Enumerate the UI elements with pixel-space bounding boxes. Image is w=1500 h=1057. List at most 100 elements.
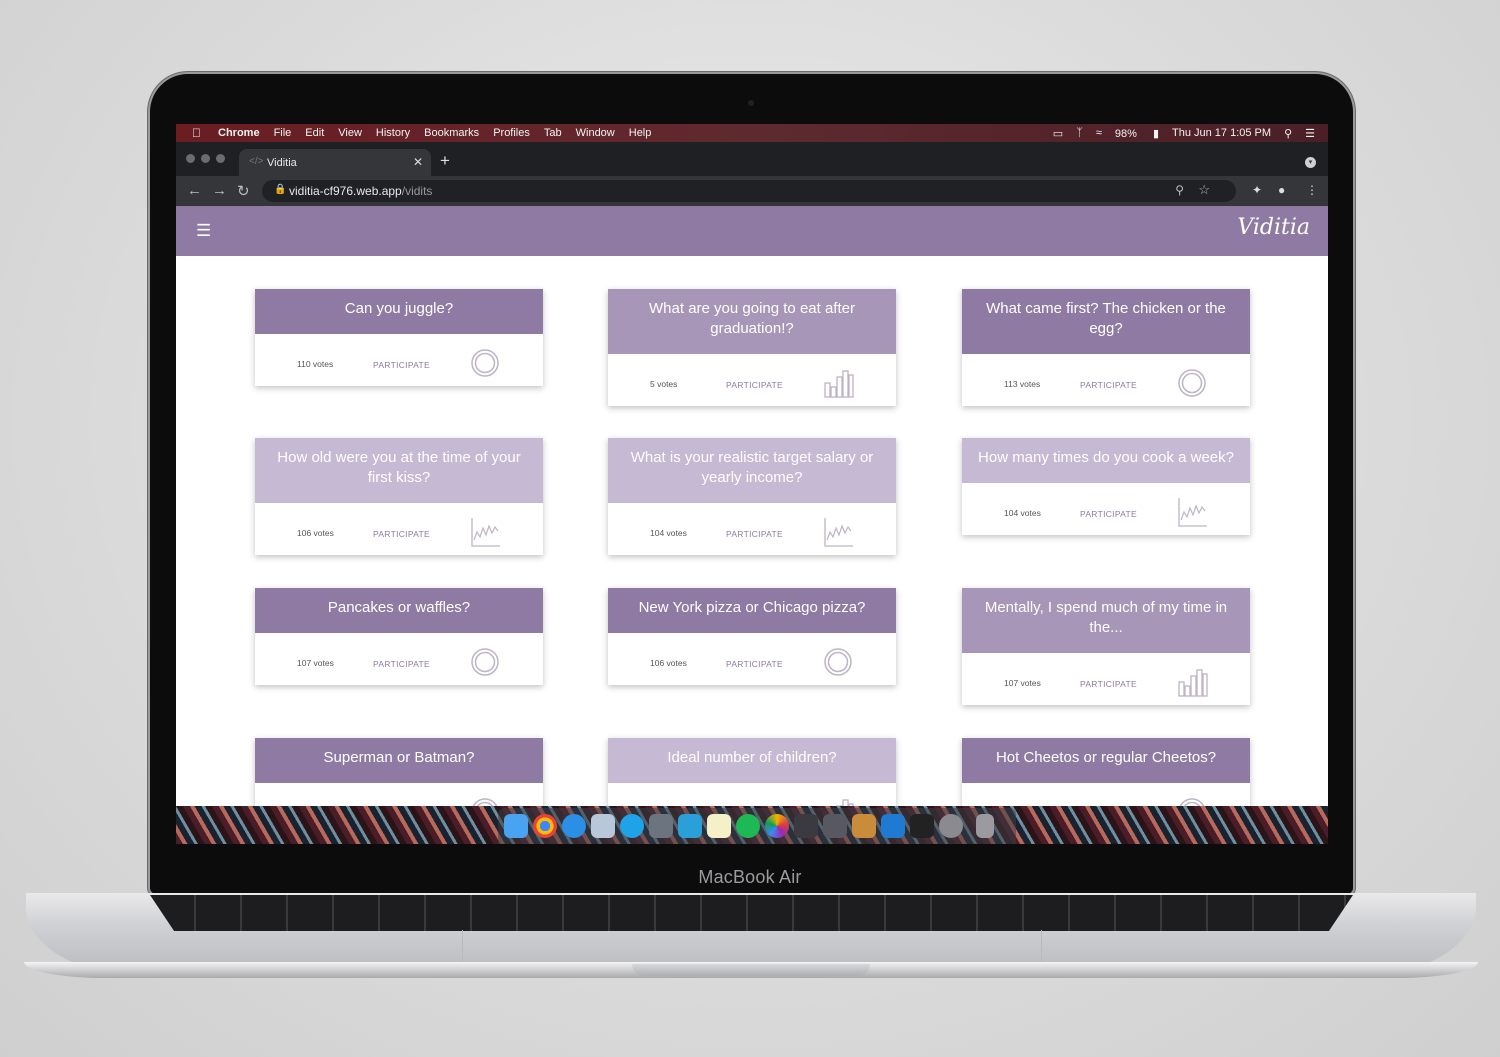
spotlight-search-icon[interactable]: ⚲ <box>1284 127 1292 140</box>
card-question[interactable]: Can you juggle? <box>255 289 543 334</box>
app-logo[interactable]: Viditia <box>1237 215 1310 240</box>
card-question[interactable]: Hot Cheetos or regular Cheetos? <box>962 738 1250 783</box>
vote-count: 106 votes <box>297 528 334 538</box>
clock[interactable]: Thu Jun 17 1:05 PM <box>1172 127 1271 139</box>
card-question[interactable]: What came first? The chicken or the egg? <box>962 289 1250 354</box>
control-center-icon[interactable]: ☰ <box>1305 127 1315 140</box>
menu-file[interactable]: File <box>274 127 292 139</box>
photos-icon[interactable] <box>765 814 789 838</box>
bookmark-star-icon[interactable]: ☆ <box>1198 182 1210 198</box>
disk-utility-icon[interactable] <box>649 814 673 838</box>
vidit-card[interactable]: How many times do you cook a week? 104 v… <box>962 438 1250 535</box>
library-books-icon[interactable] <box>852 814 876 838</box>
close-tab-icon[interactable]: ✕ <box>413 155 423 169</box>
chrome-menu-icon[interactable]: ⋮ <box>1306 183 1318 197</box>
reload-icon[interactable]: ↻ <box>237 182 250 200</box>
safari-icon[interactable] <box>562 814 586 838</box>
tab-search-icon[interactable]: ▾ <box>1305 157 1316 168</box>
participate-button[interactable]: PARTICIPATE <box>726 659 783 669</box>
scissors-tool-icon[interactable] <box>823 814 847 838</box>
menu-view[interactable]: View <box>338 127 362 139</box>
vidit-card[interactable]: New York pizza or Chicago pizza? 106 vot… <box>608 588 896 685</box>
menu-tab[interactable]: Tab <box>544 127 562 139</box>
zoom-icon[interactable]: ⚲ <box>1175 183 1184 197</box>
system-preferences-icon[interactable] <box>939 814 963 838</box>
back-arrow-icon[interactable]: ← <box>187 182 202 199</box>
tab-title: Viditia <box>267 157 297 169</box>
card-question[interactable]: What is your realistic target salary or … <box>608 438 896 503</box>
donut-chart-icon <box>824 648 852 676</box>
forward-arrow-icon[interactable]: → <box>212 182 227 199</box>
participate-button[interactable]: PARTICIPATE <box>373 529 430 539</box>
card-question[interactable]: How many times do you cook a week? <box>962 438 1250 483</box>
menu-window[interactable]: Window <box>576 127 615 139</box>
participate-button[interactable]: PARTICIPATE <box>726 529 783 539</box>
notes-icon[interactable] <box>707 814 731 838</box>
skype-icon[interactable] <box>620 814 644 838</box>
vote-count: 107 votes <box>1004 678 1041 688</box>
preview-icon[interactable] <box>591 814 615 838</box>
donut-chart-icon <box>1178 369 1206 397</box>
airplay-icon[interactable]: ▭ <box>1053 127 1063 140</box>
card-footer: 110 votes PARTICIPATE <box>255 334 543 386</box>
bar-chart-icon <box>824 370 854 398</box>
participate-button[interactable]: PARTICIPATE <box>1080 679 1137 689</box>
vidit-card[interactable]: Mentally, I spend much of my time in the… <box>962 588 1250 705</box>
menu-chrome[interactable]: Chrome <box>218 127 260 139</box>
card-footer: 113 votes PARTICIPATE <box>962 354 1250 406</box>
card-question[interactable]: New York pizza or Chicago pizza? <box>608 588 896 633</box>
bluetooth-icon[interactable]: ᛉ <box>1076 127 1083 139</box>
minimize-window-button[interactable] <box>201 154 210 163</box>
card-question[interactable]: What are you going to eat after graduati… <box>608 289 896 354</box>
menu-profiles[interactable]: Profiles <box>493 127 530 139</box>
close-window-button[interactable] <box>186 154 195 163</box>
zoom-window-button[interactable] <box>216 154 225 163</box>
menu-bookmarks[interactable]: Bookmarks <box>424 127 479 139</box>
terminal-icon[interactable] <box>910 814 934 838</box>
spotify-icon[interactable] <box>736 814 760 838</box>
vidit-card[interactable]: What came first? The chicken or the egg?… <box>962 289 1250 406</box>
url-text[interactable]: viditia-cf976.web.app/vidits <box>289 184 432 198</box>
card-question[interactable]: How old were you at the time of your fir… <box>255 438 543 503</box>
trash-icon[interactable] <box>976 814 994 838</box>
browser-tab[interactable]: </> Viditia ✕ <box>239 149 431 176</box>
finder-icon[interactable] <box>504 814 528 838</box>
line-chart-icon <box>1178 498 1207 527</box>
extensions-puzzle-icon[interactable]: ✦ <box>1252 183 1262 197</box>
participate-button[interactable]: PARTICIPATE <box>1080 509 1137 519</box>
vidit-card[interactable]: How old were you at the time of your fir… <box>255 438 543 555</box>
card-question[interactable]: Pancakes or waffles? <box>255 588 543 633</box>
chrome-app-icon[interactable] <box>533 814 557 838</box>
new-tab-button[interactable]: + <box>440 151 450 171</box>
hamburger-menu-icon[interactable]: ☰ <box>196 221 211 241</box>
ableton-live-icon[interactable] <box>678 814 702 838</box>
line-chart-icon <box>824 518 853 547</box>
participate-button[interactable]: PARTICIPATE <box>1080 380 1137 390</box>
profile-icon[interactable]: ● <box>1278 183 1285 197</box>
menu-edit[interactable]: Edit <box>305 127 324 139</box>
final-cut-pro-icon[interactable] <box>794 814 818 838</box>
laptop-notch <box>632 964 870 976</box>
menu-help[interactable]: Help <box>629 127 652 139</box>
card-question[interactable]: Mentally, I spend much of my time in the… <box>962 588 1250 653</box>
card-question[interactable]: Superman or Batman? <box>255 738 543 783</box>
participate-button[interactable]: PARTICIPATE <box>726 380 783 390</box>
participate-button[interactable]: PARTICIPATE <box>373 659 430 669</box>
vscode-icon[interactable] <box>881 814 905 838</box>
wifi-icon[interactable]: ≈ <box>1096 127 1102 139</box>
participate-button[interactable]: PARTICIPATE <box>373 360 430 370</box>
card-footer: 107 votes PARTICIPATE <box>962 653 1250 705</box>
vidit-card[interactable]: What is your realistic target salary or … <box>608 438 896 555</box>
line-chart-icon <box>471 518 500 547</box>
battery-status[interactable]: 98% ▮ <box>1115 127 1159 140</box>
vidit-card[interactable]: Pancakes or waffles? 107 votes PARTICIPA… <box>255 588 543 685</box>
url-path: /vidits <box>401 184 433 198</box>
vidit-card[interactable]: Can you juggle? 110 votes PARTICIPATE <box>255 289 543 386</box>
card-question[interactable]: Ideal number of children? <box>608 738 896 783</box>
vidit-card[interactable]: What are you going to eat after graduati… <box>608 289 896 406</box>
card-footer: 107 votes PARTICIPATE <box>255 633 543 685</box>
lock-icon[interactable]: 🔒 <box>274 184 286 195</box>
apple-menu-icon[interactable]:  <box>192 126 204 140</box>
url-bar[interactable]: 🔒 viditia-cf976.web.app/vidits ⚲ ☆ <box>262 180 1236 202</box>
menu-history[interactable]: History <box>376 127 410 139</box>
